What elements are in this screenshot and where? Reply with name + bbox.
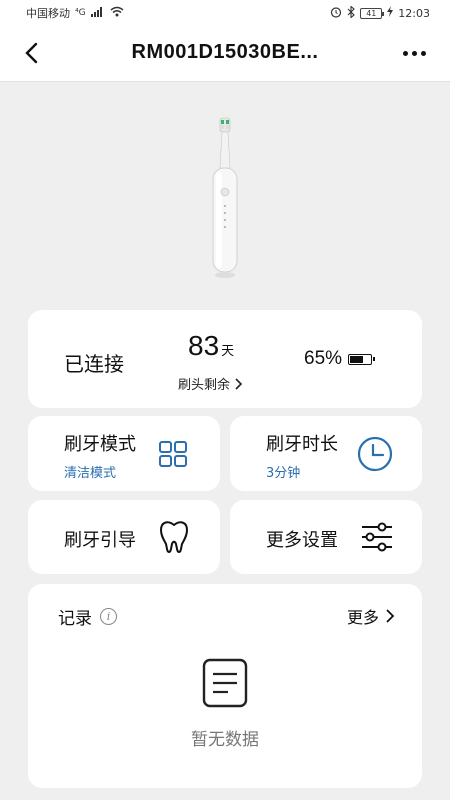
days-unit: 天 <box>221 344 235 359</box>
brush-head-remaining-label: 刷头剩余 <box>178 378 231 393</box>
brushing-guide-tile[interactable]: 刷牙引导 <box>28 500 220 574</box>
days-remaining-value: 83 <box>188 330 220 361</box>
records-card: 记录 i 更多 暂无数据 <box>28 584 422 788</box>
carrier-label: 中国移动 <box>26 7 70 20</box>
device-status-card: 已连接 83 天 刷头剩余 65% <box>28 310 422 408</box>
grid-icon <box>158 440 188 472</box>
battery-fill <box>350 355 364 363</box>
brushing-mode-value: 清洁模式 <box>64 466 117 481</box>
more-settings-title: 更多设置 <box>266 530 338 551</box>
signal-icon <box>90 6 105 20</box>
charging-icon <box>387 6 394 20</box>
more-dot <box>411 50 417 56</box>
page-title: RM001D15030BE... <box>131 41 319 63</box>
wifi-icon <box>110 6 124 20</box>
status-battery-icon: 41 <box>360 7 385 19</box>
toothbrush-image <box>190 112 260 282</box>
records-more-label: 更多 <box>346 608 379 627</box>
brushing-duration-tile[interactable]: 刷牙时长 3分钟 <box>230 416 422 491</box>
records-header: 记录 i <box>58 604 117 629</box>
more-button[interactable] <box>396 38 432 68</box>
brushing-duration-title: 刷牙时长 <box>266 434 338 455</box>
clock-icon <box>356 436 394 476</box>
tooth-icon <box>158 520 190 558</box>
back-button[interactable] <box>16 38 46 68</box>
chevron-right-icon <box>235 377 243 390</box>
network-label: ⁴G <box>75 8 86 18</box>
chevron-right-icon <box>386 609 394 623</box>
brushing-guide-title: 刷牙引导 <box>64 530 136 551</box>
brushing-duration-value: 3分钟 <box>266 466 301 481</box>
brushing-mode-tile[interactable]: 刷牙模式 清洁模式 <box>28 416 220 491</box>
more-settings-tile[interactable]: 更多设置 <box>230 500 422 574</box>
records-more-link[interactable]: 更多 <box>347 604 394 628</box>
brush-head-days: 83 天 <box>188 330 234 362</box>
app-header: RM001D15030BE... <box>0 26 450 82</box>
chevron-left-icon <box>25 42 38 64</box>
status-bar: 中国移动 ⁴G 41 12:03 <box>0 0 450 26</box>
info-icon[interactable]: i <box>100 608 117 625</box>
empty-document-icon <box>202 658 248 712</box>
more-dot <box>420 50 426 56</box>
battery-percent: 65% <box>304 348 343 369</box>
more-dot <box>402 50 408 56</box>
brushing-mode-title: 刷牙模式 <box>64 434 136 455</box>
alarm-icon <box>330 6 342 21</box>
brush-head-remaining-link[interactable]: 刷头剩余 <box>178 374 243 393</box>
bluetooth-icon <box>347 4 356 21</box>
device-battery: 65% <box>304 348 376 370</box>
battery-icon <box>348 353 376 365</box>
connection-status: 已连接 <box>64 352 124 376</box>
empty-state-text: 暂无数据 <box>191 730 259 750</box>
records-title: 记录 <box>58 609 92 629</box>
sliders-icon <box>360 522 394 556</box>
status-battery-label: 41 <box>366 8 377 18</box>
clock-time: 12:03 <box>398 6 430 20</box>
